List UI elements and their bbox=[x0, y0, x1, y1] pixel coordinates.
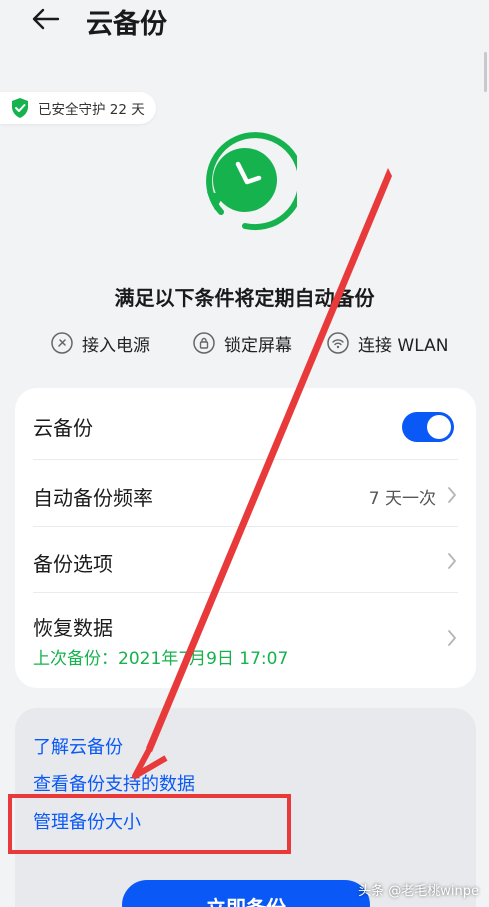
back-button[interactable] bbox=[30, 4, 70, 34]
backup-options-label: 备份选项 bbox=[33, 552, 113, 576]
wifi-icon bbox=[327, 332, 349, 354]
badge-text: 已安全守护 22 天 bbox=[38, 102, 145, 118]
condition-wlan-label: 连接 WLAN bbox=[358, 335, 449, 356]
settings-card: 云备份 自动备份频率 7 天一次 备份选项 恢复数据 上次备份：2021年7月9… bbox=[15, 388, 476, 688]
lock-icon bbox=[193, 332, 215, 354]
restore-data-label: 恢复数据 bbox=[33, 616, 113, 640]
backup-frequency-label: 自动备份频率 bbox=[33, 486, 153, 510]
condition-power: 接入电源 bbox=[50, 328, 150, 358]
last-backup-time: 上次备份：2021年7月9日 17:07 bbox=[33, 649, 289, 669]
backup-frequency-value: 7 天一次 bbox=[368, 489, 436, 509]
condition-lock-label: 锁定屏幕 bbox=[224, 335, 292, 356]
backup-now-button[interactable]: 立即备份 bbox=[122, 880, 370, 907]
backup-clock-icon bbox=[206, 132, 297, 231]
back-arrow-icon bbox=[32, 8, 60, 30]
watermark: 头条 @老毛桃winpe bbox=[358, 884, 479, 899]
protection-badge: 已安全守护 22 天 bbox=[0, 92, 156, 124]
page-title: 云备份 bbox=[86, 9, 167, 40]
chevron-right-icon bbox=[448, 487, 456, 503]
toggle-knob bbox=[427, 415, 451, 439]
app-header: 云备份 bbox=[0, 0, 489, 44]
chevron-right-icon bbox=[448, 553, 456, 569]
backup-options-row[interactable]: 备份选项 bbox=[15, 526, 476, 592]
chevron-right-icon bbox=[448, 630, 456, 646]
learn-cloud-backup-link[interactable]: 了解云备份 bbox=[33, 733, 123, 759]
cloud-backup-toggle[interactable] bbox=[402, 412, 454, 442]
condition-power-label: 接入电源 bbox=[82, 335, 150, 356]
charging-plug-icon bbox=[51, 332, 73, 354]
cloud-backup-row: 云备份 bbox=[15, 388, 476, 460]
restore-data-row[interactable]: 恢复数据 上次备份：2021年7月9日 17:07 bbox=[15, 592, 476, 688]
scrollbar[interactable] bbox=[484, 52, 487, 92]
annotation-highlight-box bbox=[8, 794, 291, 854]
conditions-title: 满足以下条件将定期自动备份 bbox=[114, 286, 375, 310]
supported-data-link[interactable]: 查看备份支持的数据 bbox=[33, 770, 195, 796]
cloud-backup-label: 云备份 bbox=[33, 416, 93, 440]
backup-frequency-row[interactable]: 自动备份频率 7 天一次 bbox=[15, 460, 476, 526]
shield-check-icon bbox=[12, 98, 28, 118]
condition-wlan: 连接 WLAN bbox=[326, 328, 448, 358]
condition-lock: 锁定屏幕 bbox=[192, 328, 292, 358]
